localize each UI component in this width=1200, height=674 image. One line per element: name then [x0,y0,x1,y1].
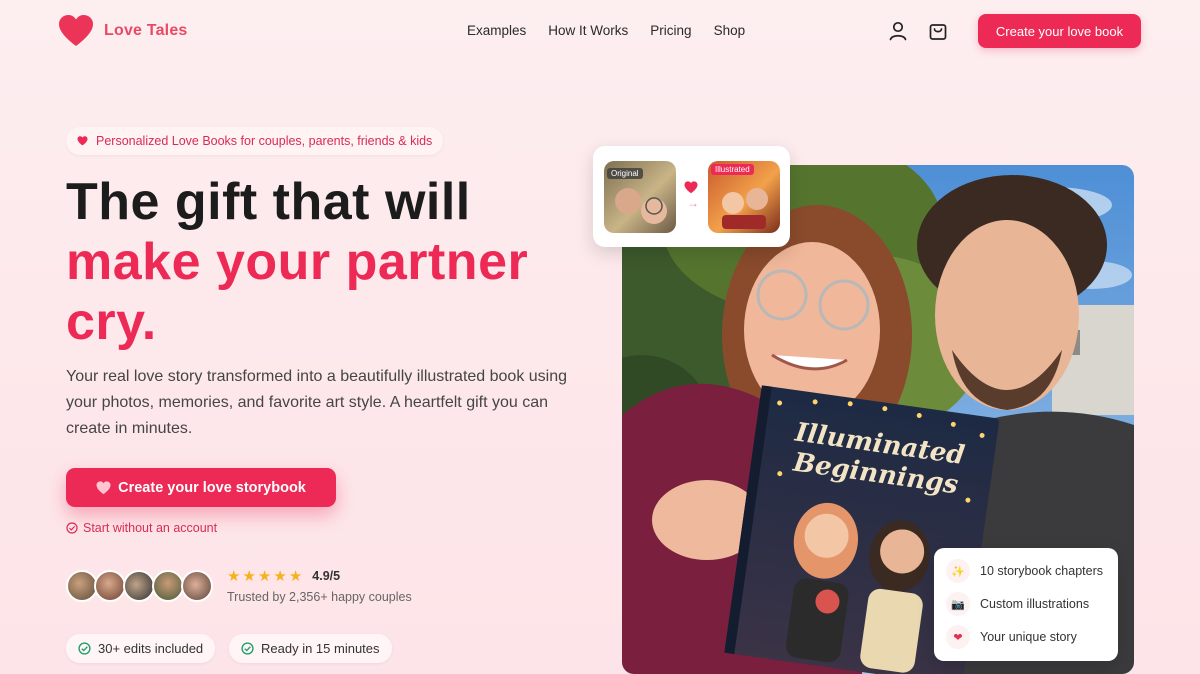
feature-item: 📷 Custom illustrations [946,592,1089,616]
logo[interactable]: Love Tales [58,14,188,48]
star-icon: ★ [227,568,241,585]
original-photo-thumbnail: Original [604,161,676,233]
check-circle-icon [78,642,91,655]
rating-stars: ★ ★ ★ ★ ★ 4.9/5 [227,567,340,585]
before-after-card: Original → Illustrated [593,146,790,247]
hero-headline: The gift that will make your partner cry… [66,172,586,352]
arrow-right-icon: → [687,196,699,210]
star-icon: ★ [273,568,287,585]
customer-avatars [66,570,216,604]
cart-icon[interactable] [927,20,949,42]
edits-chip-label: 30+ edits included [98,641,204,656]
star-icon: ★ [257,568,272,585]
features-card: ✨ 10 storybook chapters 📷 Custom illustr… [934,548,1118,661]
avatar [123,570,155,602]
nav-link-shop[interactable]: Shop [714,23,746,38]
illustrated-tag: Illustrated [711,164,754,175]
create-love-book-button[interactable]: Create your love book [978,14,1141,48]
ready-chip-label: Ready in 15 minutes [261,641,380,656]
nav-links: Examples How It Works Pricing Shop [467,23,745,38]
feature-label: Your unique story [980,630,1077,644]
original-tag: Original [607,168,643,179]
nav-link-how-it-works[interactable]: How It Works [548,23,628,38]
top-nav: Love Tales Examples How It Works Pricing… [0,0,1200,64]
nav-link-examples[interactable]: Examples [467,23,526,38]
headline-line-3: cry. [66,293,157,351]
avatar [181,570,213,602]
star-icon: ★ [242,568,256,585]
trusted-text: Trusted by 2,356+ happy couples [227,590,412,604]
heart-icon [684,181,698,194]
feature-label: Custom illustrations [980,597,1090,611]
start-without-account-link[interactable]: Start without an account [66,521,217,535]
check-circle-icon [241,642,254,655]
start-without-account-label: Start without an account [83,521,218,535]
nav-link-pricing[interactable]: Pricing [650,23,691,38]
heart-icon: ❤ [946,625,970,649]
brand-name: Love Tales [104,22,188,39]
heart-logo-icon [59,15,93,46]
create-storybook-label: Create your love storybook [118,479,306,496]
create-storybook-button[interactable]: Create your love storybook [66,468,336,507]
badge-text: Personalized Love Books for couples, par… [96,134,433,148]
rating-value: 4.9/5 [312,569,341,583]
camera-icon: 📷 [946,592,970,616]
hero-subtitle: Your real love story transformed into a … [66,368,568,437]
user-icon[interactable] [887,20,909,42]
hero-badge: Personalized Love Books for couples, par… [66,127,444,155]
check-circle-icon [66,522,78,534]
sparkles-icon: ✨ [946,559,970,583]
headline-line-1: The gift that will [66,173,471,231]
heart-icon [77,136,88,146]
feature-label: 10 storybook chapters [980,564,1103,578]
feature-item: ❤ Your unique story [946,625,1077,649]
star-icon: ★ [288,568,303,585]
headline-line-2: make your partner [66,233,529,291]
ready-chip: Ready in 15 minutes [229,634,392,663]
edits-chip: 30+ edits included [66,634,216,663]
illustrated-thumbnail: Illustrated [708,161,780,233]
avatar [152,570,184,602]
heart-icon [96,480,111,494]
feature-item: ✨ 10 storybook chapters [946,559,1103,583]
avatar [94,570,126,602]
